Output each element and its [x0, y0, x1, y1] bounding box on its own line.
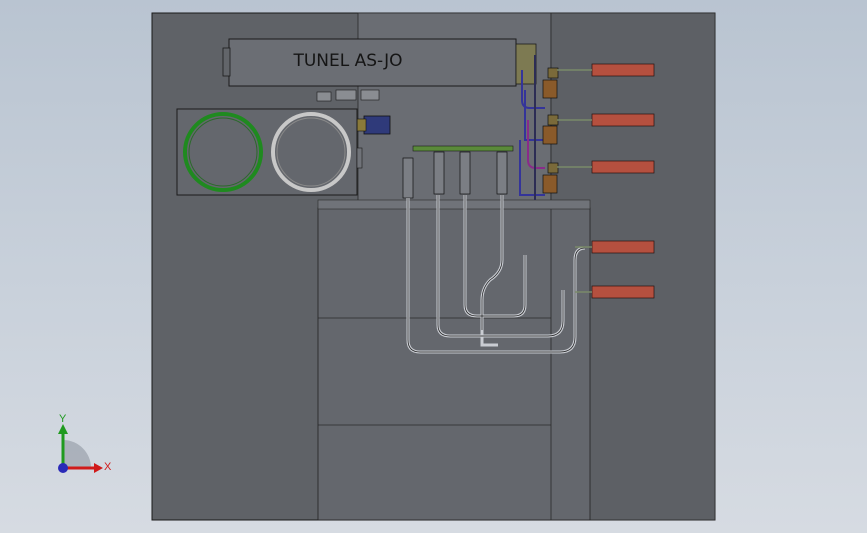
assembly-drawing[interactable]: TUNEL AS-JO [0, 0, 867, 533]
cad-viewport[interactable]: TUNEL AS-JO Y X [0, 0, 867, 533]
z-axis-dot [58, 463, 68, 473]
cable-1 [591, 63, 655, 77]
triad-arc [63, 440, 91, 468]
lower-compartment [317, 207, 591, 521]
x-axis-arrow [94, 463, 103, 473]
fan-panel [176, 108, 358, 196]
y-axis-label: Y [59, 413, 67, 425]
cable-2 [591, 113, 655, 127]
cable-5 [591, 285, 655, 299]
ledge [317, 199, 591, 210]
axis-triad[interactable]: Y X [48, 410, 118, 480]
motor-body [363, 115, 391, 135]
tunnel-label: TUNEL AS-JO [292, 51, 402, 71]
cable-4 [591, 240, 655, 254]
tunnel-box-left-cap [222, 47, 231, 77]
terminal-block-3 [360, 89, 380, 101]
fan-panel-side [356, 147, 363, 169]
x-axis-label: X [104, 461, 112, 473]
terminal-block-1 [316, 91, 332, 102]
cable-3 [591, 160, 655, 174]
y-axis-arrow [58, 424, 68, 434]
terminal-block-2 [335, 89, 357, 101]
header-bar [412, 145, 514, 152]
tunnel-box-right-cap [515, 43, 537, 85]
